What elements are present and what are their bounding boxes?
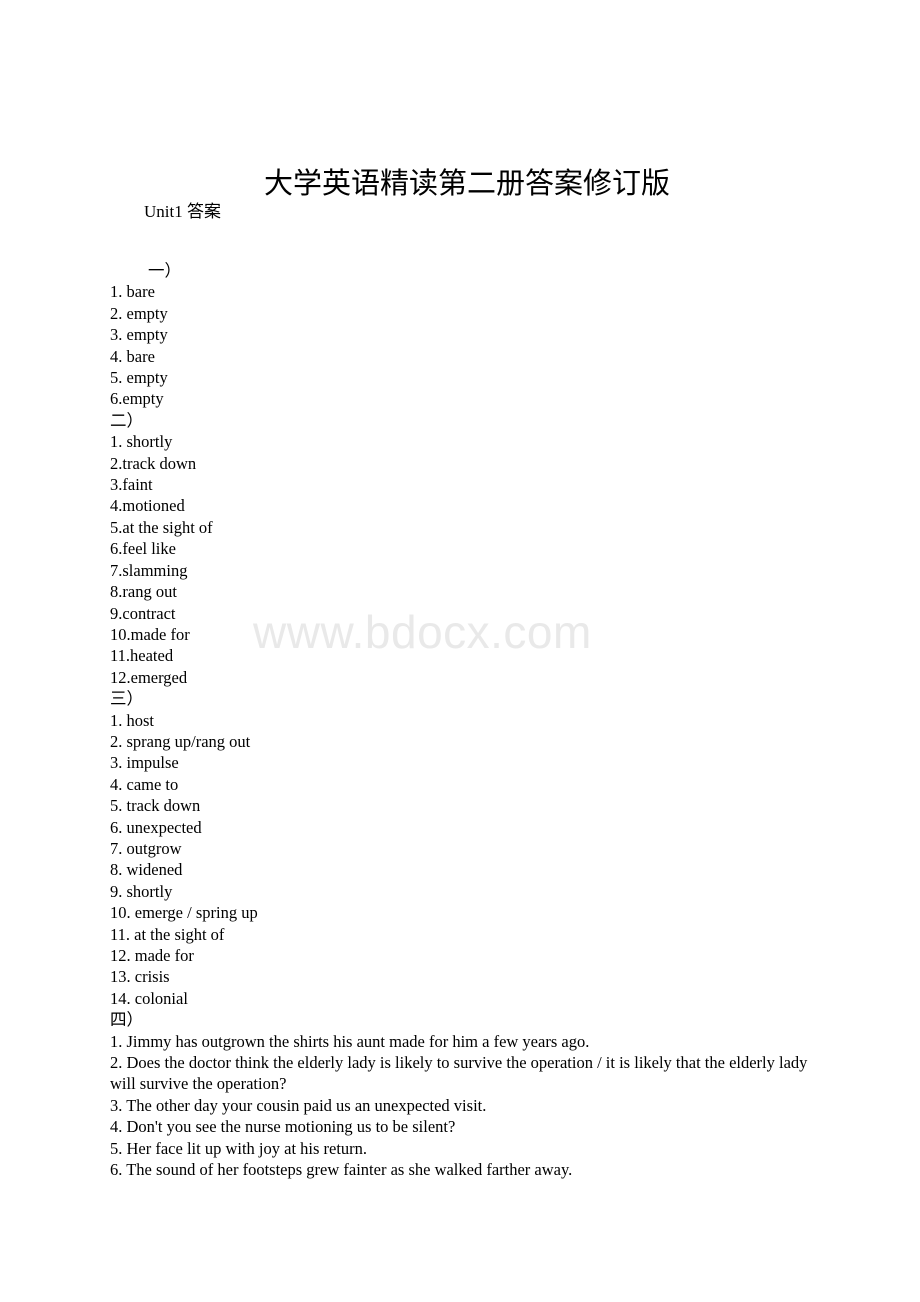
answer-item: 11. at the sight of: [110, 924, 225, 944]
answer-item: 5. track down: [110, 796, 201, 816]
answer-item: 7.slamming: [110, 560, 188, 580]
section-label: 二）: [110, 410, 143, 430]
answer-item: 2.track down: [110, 453, 197, 473]
answer-item: 7. outgrow: [110, 838, 182, 858]
answer-item: 1. bare: [110, 282, 155, 302]
answer-item: 1. host: [110, 710, 155, 730]
section-label: 四）: [110, 1010, 143, 1030]
answer-item: 11.heated: [110, 646, 174, 666]
answer-sentence: 2. Does the doctor think the elderly lad…: [110, 1053, 808, 1094]
answer-item: 8. widened: [110, 860, 183, 880]
answer-item: 4.motioned: [110, 496, 185, 516]
answer-item: 3. empty: [110, 325, 168, 345]
answer-item: 12.emerged: [110, 667, 188, 687]
answer-item: 4. bare: [110, 346, 155, 366]
answer-sentence: 1. Jimmy has outgrown the shirts his aun…: [110, 1031, 590, 1051]
page-title: 大学英语精读第二册答案修订版: [264, 168, 671, 201]
answer-item: 2. empty: [110, 303, 168, 323]
answer-sentence: 4. Don't you see the nurse motioning us …: [110, 1117, 456, 1137]
section-label: 三）: [110, 689, 143, 709]
answer-item: 3.faint: [110, 475, 153, 495]
answer-item: 2. sprang up/rang out: [110, 731, 251, 751]
answer-body: 一） 1. bare 2. empty 3. empty 4. bare 5. empty…: [110, 260, 810, 1180]
answer-item: 6. unexpected: [110, 817, 202, 837]
answer-item: 13. crisis: [110, 967, 170, 987]
answer-item: 14. colonial: [110, 988, 188, 1008]
answer-item: 5. empty: [110, 368, 168, 388]
document-page: www.bdocx.com 大学英语精读第二册答案修订版 Unit1 答案 一）…: [0, 0, 920, 1302]
answer-item: 4. came to: [110, 774, 179, 794]
answer-item: 3. impulse: [110, 753, 179, 773]
answer-item: 6.feel like: [110, 539, 176, 559]
answer-item: 10. emerge / spring up: [110, 903, 258, 923]
answer-sentence: 6. The sound of her footsteps grew faint…: [110, 1160, 573, 1180]
answer-item: 5.at the sight of: [110, 517, 213, 537]
answer-item: 6.empty: [110, 389, 164, 409]
answer-item: 1. shortly: [110, 432, 173, 452]
section-label: 一）: [148, 261, 181, 280]
answer-item: 10.made for: [110, 624, 190, 644]
answer-sentence: 3. The other day your cousin paid us an …: [110, 1095, 487, 1115]
answer-item: 8.rang out: [110, 582, 177, 602]
answer-item: 12. made for: [110, 946, 194, 965]
answer-item: 9.contract: [110, 603, 176, 623]
unit-heading: Unit1 答案: [144, 202, 221, 221]
answer-item: 9. shortly: [110, 881, 173, 901]
answer-sentence: 5. Her face lit up with joy at his retur…: [110, 1138, 368, 1158]
